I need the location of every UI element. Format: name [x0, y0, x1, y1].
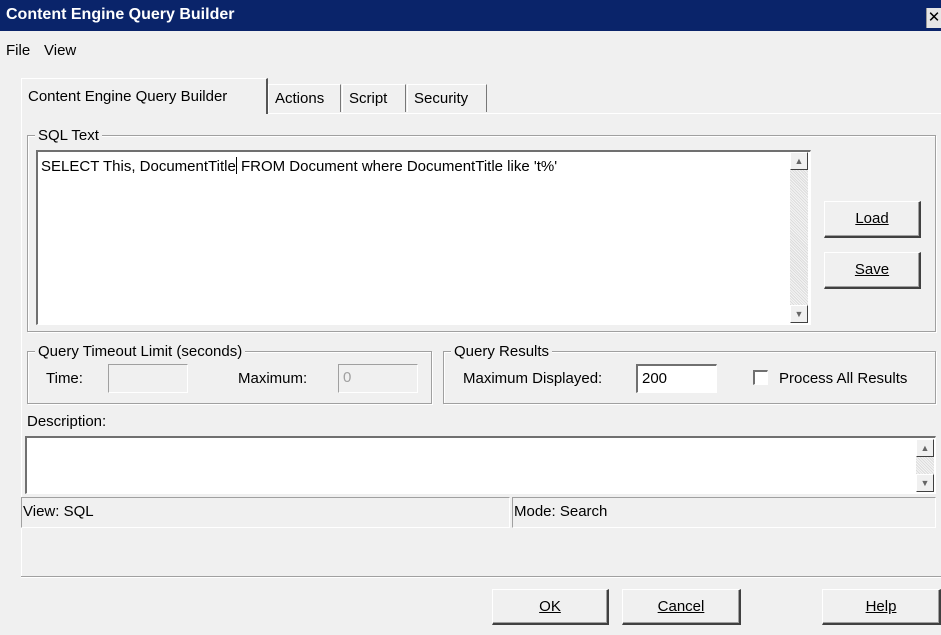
process-all-checkbox[interactable]	[753, 370, 768, 385]
save-button[interactable]: Save	[824, 252, 921, 289]
sql-text-before-cursor: SELECT This, DocumentTitle	[41, 158, 236, 175]
load-button[interactable]: Load	[824, 201, 921, 238]
time-label: Time:	[46, 370, 83, 387]
scroll-up-icon[interactable]: ▲	[790, 152, 808, 170]
scroll-up-icon[interactable]: ▲	[916, 439, 934, 457]
tab-actions[interactable]: Actions	[268, 84, 341, 112]
process-all-label[interactable]: Process All Results	[779, 370, 907, 387]
help-button[interactable]: Help	[822, 589, 941, 625]
sql-scrollbar[interactable]: ▲ ▼	[790, 152, 808, 323]
ok-button[interactable]: OK	[492, 589, 609, 625]
max-displayed-label: Maximum Displayed:	[463, 370, 603, 387]
tab-query-builder[interactable]: Content Engine Query Builder	[21, 78, 268, 114]
maximum-field: 0	[338, 364, 418, 393]
tab-script[interactable]: Script	[342, 84, 406, 112]
status-view-text: View: SQL	[23, 503, 94, 520]
scroll-down-icon[interactable]: ▼	[790, 305, 808, 323]
tab-label: Script	[349, 90, 388, 107]
close-button[interactable]: ✕	[926, 8, 941, 28]
max-displayed-input[interactable]: 200	[636, 364, 717, 393]
maximum-label: Maximum:	[238, 370, 308, 387]
window-title: Content Engine Query Builder	[6, 6, 235, 23]
description-scrollbar[interactable]: ▲ ▼	[916, 439, 934, 492]
title-bar: Content Engine Query Builder ✕	[0, 0, 941, 31]
menu-file[interactable]: File	[6, 42, 30, 59]
query-results-group-label: Query Results	[451, 343, 553, 360]
tab-security[interactable]: Security	[407, 84, 487, 112]
scroll-down-icon[interactable]: ▼	[916, 474, 934, 492]
tab-label: Security	[414, 90, 469, 107]
close-icon: ✕	[927, 9, 941, 26]
sql-text-after-cursor: FROM Document where DocumentTitle like '…	[236, 158, 558, 175]
status-view: View: SQL	[21, 497, 510, 528]
tab-label: Actions	[275, 90, 325, 107]
time-field	[108, 364, 188, 393]
tab-label: Content Engine Query Builder	[28, 88, 228, 105]
sql-text-group-label: SQL Text	[35, 127, 102, 144]
bottom-separator	[21, 576, 941, 578]
cancel-button[interactable]: Cancel	[622, 589, 741, 625]
description-textarea[interactable]	[25, 436, 936, 494]
menu-view[interactable]: View	[44, 42, 76, 59]
sql-text-area[interactable]: SELECT This, DocumentTitle FROM Document…	[36, 150, 811, 325]
status-mode: Mode: Search	[512, 497, 936, 528]
description-label: Description:	[27, 413, 107, 430]
query-timeout-group-label: Query Timeout Limit (seconds)	[35, 343, 246, 360]
status-mode-text: Mode: Search	[514, 503, 608, 520]
